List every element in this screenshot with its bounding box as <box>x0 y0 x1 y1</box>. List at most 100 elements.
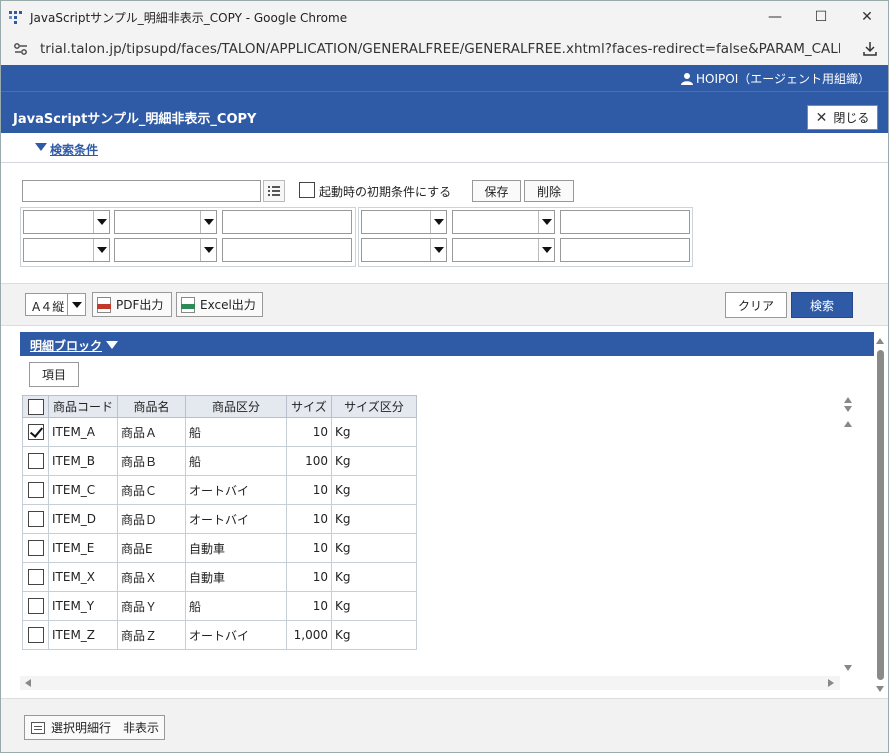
item-size-unit-cell: Kg <box>331 446 417 476</box>
item-size-cell: 10 <box>286 533 332 563</box>
table-row[interactable]: ITEM_A 商品Ａ 船 10 Kg <box>22 417 417 447</box>
table-row[interactable]: ITEM_C 商品Ｃ オートバイ 10 Kg <box>22 475 417 505</box>
dropdown-arrow-icon[interactable] <box>93 239 109 261</box>
table-row[interactable]: ITEM_E 商品E 自動車 10 Kg <box>22 533 417 563</box>
item-category-cell: オートバイ <box>185 620 287 650</box>
row-select-cell[interactable] <box>22 591 49 621</box>
save-button[interactable]: 保存 <box>472 180 521 202</box>
row-select-cell[interactable] <box>22 504 49 534</box>
close-button[interactable]: ✕ 閉じる <box>807 105 878 130</box>
row-select-cell[interactable] <box>22 446 49 476</box>
dropdown-arrow-icon[interactable] <box>200 239 216 261</box>
initial-condition-checkbox[interactable] <box>299 182 315 198</box>
excel-export-label: Excel出力 <box>200 298 256 312</box>
scroll-down-icon[interactable] <box>876 686 884 692</box>
hide-selected-rows-button[interactable]: 選択明細行 非表示 <box>24 715 165 740</box>
dropdown-arrow-icon[interactable] <box>67 294 85 315</box>
window-close-button[interactable]: ✕ <box>844 1 888 33</box>
vertical-scrollbar[interactable] <box>874 334 886 697</box>
column-header[interactable]: サイズ区分 <box>331 395 417 418</box>
filter-field-select-1[interactable] <box>23 210 110 234</box>
row-select-cell[interactable] <box>22 533 49 563</box>
dropdown-arrow-icon[interactable] <box>200 211 216 233</box>
detail-table: 商品コード 商品名 商品区分 サイズ サイズ区分 ITEM_A 商品Ａ 船 10 Kg I… <box>22 395 417 650</box>
column-header[interactable]: サイズ <box>286 395 332 418</box>
row-checkbox[interactable] <box>27 424 44 440</box>
condition-name-input[interactable] <box>22 180 261 202</box>
items-button[interactable]: 項目 <box>29 362 79 387</box>
clear-button[interactable]: クリア <box>725 292 787 318</box>
pdf-export-button[interactable]: PDF出力 <box>92 292 172 317</box>
row-checkbox[interactable] <box>27 511 44 527</box>
filter-value-input-1[interactable] <box>222 210 352 234</box>
row-select-cell[interactable] <box>22 620 49 650</box>
filter-field-select-3[interactable] <box>361 210 447 234</box>
collapse-triangle-icon[interactable] <box>106 341 118 349</box>
minimize-button[interactable]: — <box>752 1 798 33</box>
table-row[interactable]: ITEM_X 商品Ｘ 自動車 10 Kg <box>22 562 417 592</box>
scroll-up-icon[interactable] <box>844 421 852 427</box>
scroll-left-icon[interactable] <box>25 679 31 687</box>
dropdown-arrow-icon[interactable] <box>93 211 109 233</box>
table-row[interactable]: ITEM_B 商品Ｂ 船 100 Kg <box>22 446 417 476</box>
item-category-cell: 自動車 <box>185 533 287 563</box>
filter-operator-select-2[interactable] <box>114 238 217 262</box>
filter-operator-select-3[interactable] <box>452 210 555 234</box>
site-settings-icon[interactable] <box>12 40 30 58</box>
row-checkbox[interactable] <box>27 453 44 469</box>
item-code-cell: ITEM_E <box>48 533 118 563</box>
table-row[interactable]: ITEM_Z 商品Ｚ オートバイ 1,000 Kg <box>22 620 417 650</box>
column-header[interactable]: 商品コード <box>48 395 118 418</box>
row-checkbox[interactable] <box>27 482 44 498</box>
delete-button[interactable]: 削除 <box>524 180 574 202</box>
search-button[interactable]: 検索 <box>791 292 853 318</box>
filter-field-select-4[interactable] <box>361 238 447 262</box>
select-all-checkbox[interactable] <box>27 398 44 415</box>
scroll-right-icon[interactable] <box>828 679 834 687</box>
scroll-down-icon[interactable] <box>844 665 852 671</box>
dropdown-arrow-icon[interactable] <box>538 239 554 261</box>
url-text[interactable]: trial.talon.jp/tipsupd/faces/TALON/APPLI… <box>40 41 840 57</box>
row-checkbox[interactable] <box>27 540 44 556</box>
item-code-cell: ITEM_A <box>48 417 118 447</box>
scroll-up-icon[interactable] <box>844 397 852 403</box>
table-row[interactable]: ITEM_Y 商品Ｙ 船 10 Kg <box>22 591 417 621</box>
filter-value-input-3[interactable] <box>560 210 690 234</box>
horizontal-scrollbar[interactable] <box>20 676 840 690</box>
dropdown-arrow-icon[interactable] <box>430 211 446 233</box>
filter-field-select-2[interactable] <box>23 238 110 262</box>
table-row[interactable]: ITEM_D 商品Ｄ オートバイ 10 Kg <box>22 504 417 534</box>
row-select-cell[interactable] <box>22 417 49 447</box>
condition-list-button[interactable] <box>263 180 285 202</box>
scrollbar-thumb[interactable] <box>877 350 884 680</box>
select-all-header[interactable] <box>22 395 49 418</box>
detail-block-label[interactable]: 明細ブロック <box>30 337 102 354</box>
filter-operator-select-4[interactable] <box>452 238 555 262</box>
row-checkbox[interactable] <box>27 627 44 643</box>
search-conditions-header[interactable]: 検索条件 <box>1 133 888 163</box>
column-header[interactable]: 商品名 <box>117 395 186 418</box>
row-checkbox[interactable] <box>27 569 44 585</box>
filter-operator-select-1[interactable] <box>114 210 217 234</box>
search-conditions-label[interactable]: 検索条件 <box>50 141 98 158</box>
row-select-cell[interactable] <box>22 562 49 592</box>
collapse-triangle-icon[interactable] <box>35 143 47 151</box>
dropdown-arrow-icon[interactable] <box>430 239 446 261</box>
paper-size-select[interactable]: A４縦 <box>25 293 86 316</box>
download-icon[interactable] <box>862 41 878 57</box>
action-toolbar: A４縦 PDF出力 Excel出力 クリア 検索 <box>1 283 888 326</box>
scroll-down-icon[interactable] <box>844 406 852 412</box>
row-select-cell[interactable] <box>22 475 49 505</box>
scroll-up-icon[interactable] <box>876 338 884 344</box>
filter-value-input-4[interactable] <box>560 238 690 262</box>
row-checkbox[interactable] <box>27 598 44 614</box>
detail-block-header[interactable]: 明細ブロック <box>20 332 874 356</box>
item-category-cell: オートバイ <box>185 504 287 534</box>
maximize-button[interactable]: ☐ <box>798 1 844 33</box>
filter-value-input-2[interactable] <box>222 238 352 262</box>
search-conditions-area: 起動時の初期条件にする 保存 削除 <box>1 163 888 283</box>
dropdown-arrow-icon[interactable] <box>538 211 554 233</box>
item-code-cell: ITEM_Y <box>48 591 118 621</box>
column-header[interactable]: 商品区分 <box>185 395 287 418</box>
excel-export-button[interactable]: Excel出力 <box>176 292 263 317</box>
